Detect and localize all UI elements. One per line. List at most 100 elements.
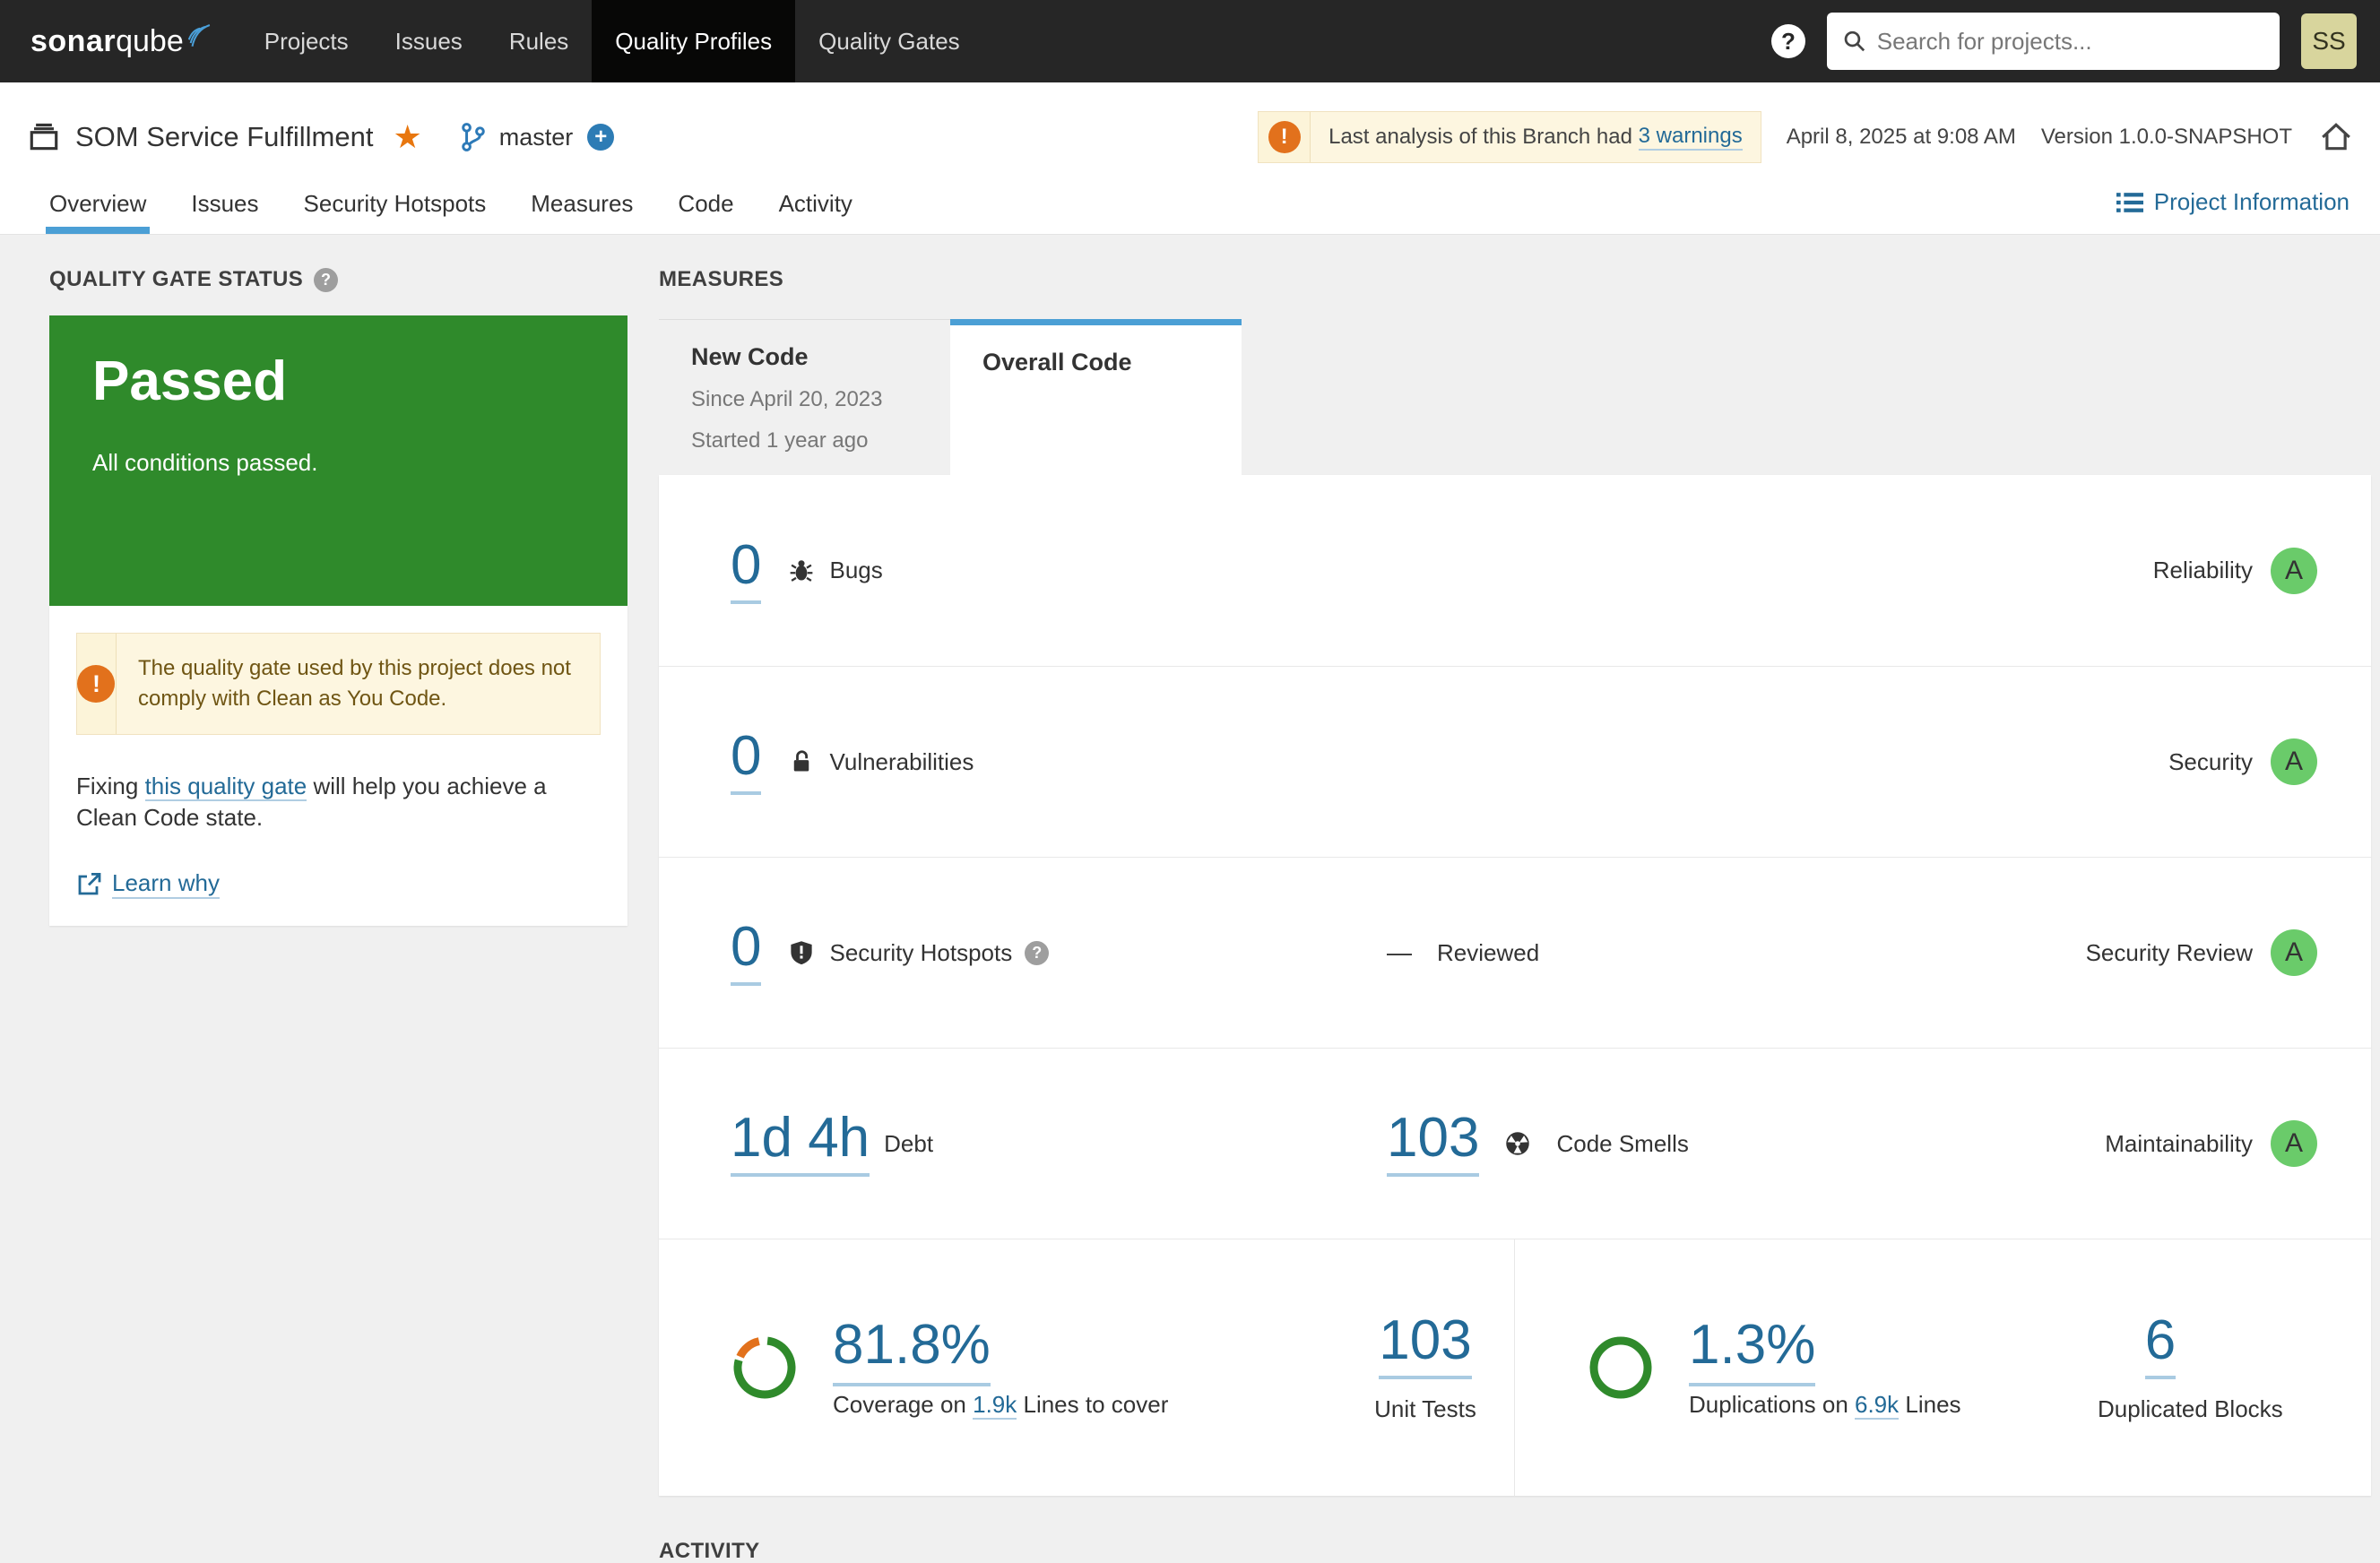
favorite-star-icon[interactable]: ★ bbox=[393, 121, 421, 153]
unit-tests-count[interactable]: 103 bbox=[1379, 1312, 1472, 1379]
tab-measures[interactable]: Measures bbox=[531, 190, 633, 234]
tab-new-code[interactable]: New Code Since April 20, 2023 Started 1 … bbox=[659, 319, 950, 475]
reviewed-label: Reviewed bbox=[1437, 938, 1540, 966]
quality-gate-subtitle: All conditions passed. bbox=[92, 449, 318, 476]
vulnerabilities-row: 0 Vulnerabilities Security A bbox=[659, 666, 2371, 857]
security-review-label: Security Review bbox=[2085, 938, 2253, 966]
vulnerabilities-label: Vulnerabilities bbox=[829, 747, 974, 775]
hotspots-label: Security Hotspots bbox=[829, 938, 1013, 966]
new-code-label: New Code bbox=[691, 343, 809, 370]
new-code-since: Since April 20, 2023 bbox=[691, 387, 883, 411]
project-information-label: Project Information bbox=[2153, 188, 2350, 215]
nav-item-rules[interactable]: Rules bbox=[486, 0, 592, 82]
branch-name[interactable]: master bbox=[499, 124, 574, 151]
code-smells-icon bbox=[1504, 1130, 1531, 1157]
tab-overview[interactable]: Overview bbox=[45, 190, 151, 234]
hotspots-help-icon[interactable]: ? bbox=[1025, 940, 1050, 965]
quality-gate-status: Passed bbox=[92, 350, 288, 412]
sonarqube-logo[interactable]: sonar qube bbox=[30, 0, 211, 82]
project-tabs: Overview Issues Security Hotspots Measur… bbox=[45, 190, 897, 234]
user-avatar[interactable]: SS bbox=[2301, 13, 2357, 69]
project-header: SOM Service Fulfillment ★ master + ! Las… bbox=[0, 82, 2380, 235]
activity-title: ACTIVITY bbox=[659, 1539, 760, 1563]
bugs-row: 0 Bugs Reliability A bbox=[659, 475, 2371, 666]
add-branch-icon[interactable]: + bbox=[587, 124, 615, 151]
learn-why-link[interactable]: Learn why bbox=[112, 869, 220, 899]
navbar-right: ? SS bbox=[1771, 0, 2357, 82]
unit-tests-label: Unit Tests bbox=[1374, 1395, 1476, 1422]
maintainability-row: 1d 4h Debt 103 Code Smells Maintainabili… bbox=[659, 1048, 2371, 1239]
reliability-rating-badge: A bbox=[2271, 547, 2317, 594]
analysis-warning-box: ! Last analysis of this Branch had 3 war… bbox=[1258, 111, 1761, 163]
project-information-link[interactable]: Project Information bbox=[2116, 188, 2350, 216]
duplicated-blocks-label: Duplicated Blocks bbox=[2098, 1395, 2283, 1422]
project-title: SOM Service Fulfillment bbox=[75, 121, 374, 152]
bugs-count[interactable]: 0 bbox=[731, 537, 762, 604]
project-version: Version 1.0.0-SNAPSHOT bbox=[2040, 125, 2292, 149]
lock-icon bbox=[788, 748, 815, 775]
code-smells-count[interactable]: 103 bbox=[1387, 1110, 1480, 1177]
debt-value[interactable]: 1d 4h bbox=[731, 1110, 870, 1177]
search-input[interactable] bbox=[1876, 27, 2263, 56]
measures-tabs: New Code Since April 20, 2023 Started 1 … bbox=[659, 319, 2371, 475]
new-code-started: Started 1 year ago bbox=[691, 428, 869, 453]
nav-item-quality-profiles[interactable]: Quality Profiles bbox=[592, 0, 796, 82]
measures-title: MEASURES bbox=[659, 267, 784, 291]
clean-as-you-code-text: The quality gate used by this project do… bbox=[137, 656, 571, 711]
security-rating-badge: A bbox=[2271, 738, 2317, 785]
duplications-cell: 1.3% Duplications on 6.9k Lines 6 Duplic… bbox=[1515, 1239, 2371, 1496]
bug-icon bbox=[788, 557, 815, 584]
tab-code[interactable]: Code bbox=[678, 190, 733, 234]
nav-item-projects[interactable]: Projects bbox=[241, 0, 372, 82]
duplicated-blocks-count[interactable]: 6 bbox=[2144, 1312, 2177, 1379]
analysis-date: April 8, 2025 at 9:08 AM bbox=[1786, 125, 2016, 149]
security-review-rating-badge: A bbox=[2271, 929, 2317, 976]
vulnerabilities-count[interactable]: 0 bbox=[731, 729, 762, 795]
overall-code-label: Overall Code bbox=[982, 349, 1132, 376]
tab-overall-code[interactable]: Overall Code bbox=[950, 319, 1242, 475]
global-search[interactable] bbox=[1827, 13, 2280, 70]
warning-icon: ! bbox=[1268, 121, 1301, 153]
bugs-label: Bugs bbox=[829, 557, 883, 583]
quality-gate-help-icon[interactable]: ? bbox=[314, 267, 339, 292]
list-icon bbox=[2116, 192, 2143, 212]
coverage-cell: 81.8% Coverage on 1.9k Lines to cover 10… bbox=[659, 1239, 1515, 1496]
coverage-duplications-row: 81.8% Coverage on 1.9k Lines to cover 10… bbox=[659, 1239, 2371, 1496]
lines-to-cover-link[interactable]: 1.9k bbox=[973, 1390, 1017, 1420]
security-hotspots-row: 0 Security Hotspots ? — Reviewed Securit… bbox=[659, 857, 2371, 1048]
home-icon[interactable] bbox=[2319, 120, 2353, 154]
maintainability-label: Maintainability bbox=[2105, 1129, 2253, 1157]
duplications-caption-prefix: Duplications on bbox=[1689, 1390, 1855, 1418]
brand-light: qube bbox=[116, 23, 184, 58]
hotspots-count[interactable]: 0 bbox=[731, 920, 762, 986]
analysis-warning-text: Last analysis of this Branch had bbox=[1328, 125, 1632, 149]
coverage-caption-prefix: Coverage on bbox=[833, 1390, 974, 1418]
search-icon bbox=[1844, 30, 1865, 52]
duplicated-lines-link[interactable]: 6.9k bbox=[1855, 1390, 1900, 1420]
brand-bold: sonar bbox=[30, 23, 117, 58]
warnings-link[interactable]: 3 warnings bbox=[1638, 124, 1743, 151]
duplications-caption-suffix: Lines bbox=[1899, 1390, 1961, 1418]
measures-panel: MEASURES New Code Since April 20, 2023 S… bbox=[659, 267, 2371, 1563]
tab-issues[interactable]: Issues bbox=[191, 190, 258, 234]
reviewed-value: — bbox=[1387, 938, 1412, 966]
external-link-icon bbox=[78, 872, 101, 894]
tab-security-hotspots[interactable]: Security Hotspots bbox=[304, 190, 487, 234]
nav-item-issues[interactable]: Issues bbox=[372, 0, 486, 82]
project-icon bbox=[30, 123, 58, 151]
shield-icon bbox=[788, 939, 815, 966]
nav-item-quality-gates[interactable]: Quality Gates bbox=[795, 0, 983, 82]
tab-activity[interactable]: Activity bbox=[779, 190, 852, 234]
duplications-donut-chart bbox=[1589, 1336, 1652, 1399]
branch-icon bbox=[462, 123, 485, 151]
quality-gate-title: QUALITY GATE STATUS bbox=[49, 267, 304, 291]
duplications-value[interactable]: 1.3% bbox=[1689, 1313, 1816, 1386]
quality-gate-card: ! The quality gate used by this project … bbox=[49, 606, 627, 926]
help-icon[interactable]: ? bbox=[1771, 24, 1805, 58]
warning-icon: ! bbox=[77, 665, 116, 703]
quality-gate-link[interactable]: this quality gate bbox=[144, 773, 307, 801]
coverage-value[interactable]: 81.8% bbox=[833, 1313, 991, 1386]
security-label: Security bbox=[2168, 747, 2253, 775]
main-nav: Projects Issues Rules Quality Profiles Q… bbox=[241, 0, 983, 82]
clean-as-you-code-note: ! The quality gate used by this project … bbox=[76, 633, 601, 735]
